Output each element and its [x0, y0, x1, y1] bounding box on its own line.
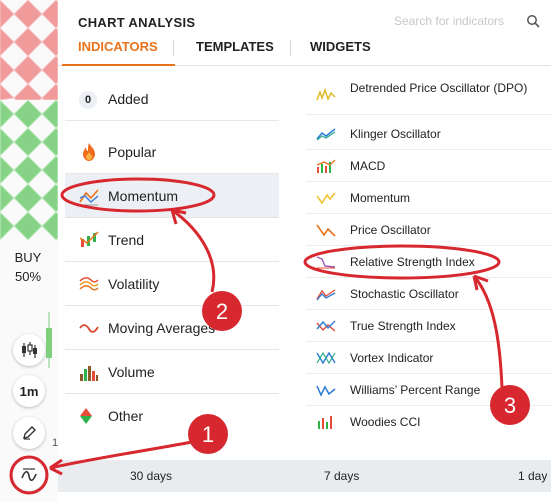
buy-indicator: BUY 50%: [8, 250, 48, 284]
indicator-label: Klinger Oscillator: [350, 127, 441, 141]
stochastic-icon: [316, 289, 336, 301]
indicator-momentum[interactable]: Momentum: [306, 182, 551, 214]
sell-pressure-pattern: [0, 0, 58, 100]
added-count-badge: 0: [79, 91, 97, 109]
tab-bar: INDICATORS TEMPLATES WIDGETS: [58, 36, 551, 66]
range-7-days[interactable]: 7 days: [324, 469, 359, 483]
indicator-label: Vortex Indicator: [350, 351, 434, 365]
indicator-dpo[interactable]: Detrended Price Oscillator (DPO): [306, 78, 551, 115]
indicator-price-oscillator[interactable]: Price Oscillator: [306, 214, 551, 246]
indicator-label: True Strength Index: [350, 319, 456, 333]
tab-indicators[interactable]: INDICATORS: [78, 39, 158, 54]
chart-type-button[interactable]: [13, 334, 45, 366]
vortex-icon: [316, 351, 336, 365]
moving-averages-icon: [79, 324, 99, 333]
indicator-label: Momentum: [350, 191, 411, 205]
pencil-icon: [23, 426, 36, 440]
momentum-icon: [79, 189, 99, 206]
range-30-days[interactable]: 30 days: [130, 469, 172, 483]
tab-widgets[interactable]: WIDGETS: [310, 39, 371, 54]
indicator-wave-icon: [21, 468, 37, 482]
indicator-label: MACD: [350, 159, 386, 173]
category-added[interactable]: 0 Added: [65, 77, 279, 121]
rsi-icon: [316, 256, 336, 269]
trend-icon: [79, 231, 99, 247]
category-popular[interactable]: Popular: [65, 130, 279, 174]
search-icon[interactable]: [526, 14, 540, 28]
indicator-label: Woodies CCI: [350, 415, 421, 429]
indicator-rsi[interactable]: Relative Strength Index: [306, 246, 551, 278]
tab-divider: [290, 40, 291, 56]
volume-icon: [80, 366, 98, 381]
category-label: Moving Averages: [108, 320, 216, 336]
bottom-spacer: [58, 492, 551, 502]
category-volatility[interactable]: Volatility: [65, 262, 279, 306]
flame-icon: [83, 143, 95, 161]
indicator-williams[interactable]: Williams’ Percent Range: [306, 374, 551, 406]
indicator-label: Price Oscillator: [350, 223, 431, 237]
range-1-day[interactable]: 1 day: [518, 469, 547, 483]
tab-templates[interactable]: TEMPLATES: [196, 39, 274, 54]
klinger-icon: [316, 128, 336, 141]
indicator-tsi[interactable]: True Strength Index: [306, 310, 551, 342]
macd-icon: [316, 159, 336, 173]
indicator-stochastic[interactable]: Stochastic Oscillator: [306, 278, 551, 310]
search-input[interactable]: Search for indicators: [394, 14, 504, 28]
indicator-vortex[interactable]: Vortex Indicator: [306, 342, 551, 374]
other-icon: [80, 408, 92, 424]
timeframe-button[interactable]: 1m: [13, 375, 45, 407]
category-label: Popular: [108, 144, 157, 160]
indicator-label: Detrended Price Oscillator (DPO): [350, 81, 528, 95]
buy-label: BUY: [14, 250, 42, 265]
tsi-icon: [316, 320, 336, 332]
indicator-woodies-cci[interactable]: Woodies CCI: [306, 406, 551, 438]
category-label: Momentum: [108, 188, 179, 204]
category-label: Volatility: [108, 276, 160, 292]
category-trend[interactable]: Trend: [65, 218, 279, 262]
volatility-icon: [79, 277, 99, 291]
indicators-button[interactable]: [13, 459, 45, 491]
candlestick-icon: [22, 342, 37, 358]
indicator-macd[interactable]: MACD: [306, 150, 551, 182]
time-range-bar: 30 days 7 days 1 day: [58, 460, 551, 492]
chart-candle-fragment: [46, 312, 52, 368]
buy-percent: 50%: [14, 269, 42, 284]
category-volume[interactable]: Volume: [65, 350, 279, 394]
category-label: Trend: [108, 232, 145, 248]
left-toolbar-strip: BUY 50% 1m 1: [0, 0, 58, 502]
woodies-cci-icon: [318, 416, 332, 429]
category-label: Other: [108, 408, 144, 424]
indicator-label: Williams’ Percent Range: [350, 383, 481, 397]
indicator-label: Stochastic Oscillator: [350, 287, 459, 301]
active-tab-underline: [62, 64, 175, 66]
drawing-tools-button[interactable]: [13, 417, 45, 449]
buy-pressure-pattern: [0, 100, 58, 241]
category-other[interactable]: Other: [65, 394, 279, 438]
panel-header: CHART ANALYSIS Search for indicators IND…: [58, 0, 551, 66]
momentum-line-icon: [316, 192, 336, 205]
category-momentum[interactable]: Momentum: [65, 174, 279, 218]
chart-analysis-panel: CHART ANALYSIS Search for indicators IND…: [58, 0, 551, 460]
category-moving-averages[interactable]: Moving Averages: [65, 306, 279, 350]
indicator-klinger[interactable]: Klinger Oscillator: [306, 118, 551, 150]
price-oscillator-icon: [316, 224, 336, 237]
category-label: Added: [108, 91, 149, 107]
panel-title: CHART ANALYSIS: [78, 15, 196, 30]
indicator-label: Relative Strength Index: [350, 255, 475, 269]
dpo-icon: [316, 88, 336, 101]
williams-icon: [316, 385, 336, 397]
category-label: Volume: [108, 364, 155, 380]
tab-divider: [173, 40, 174, 56]
